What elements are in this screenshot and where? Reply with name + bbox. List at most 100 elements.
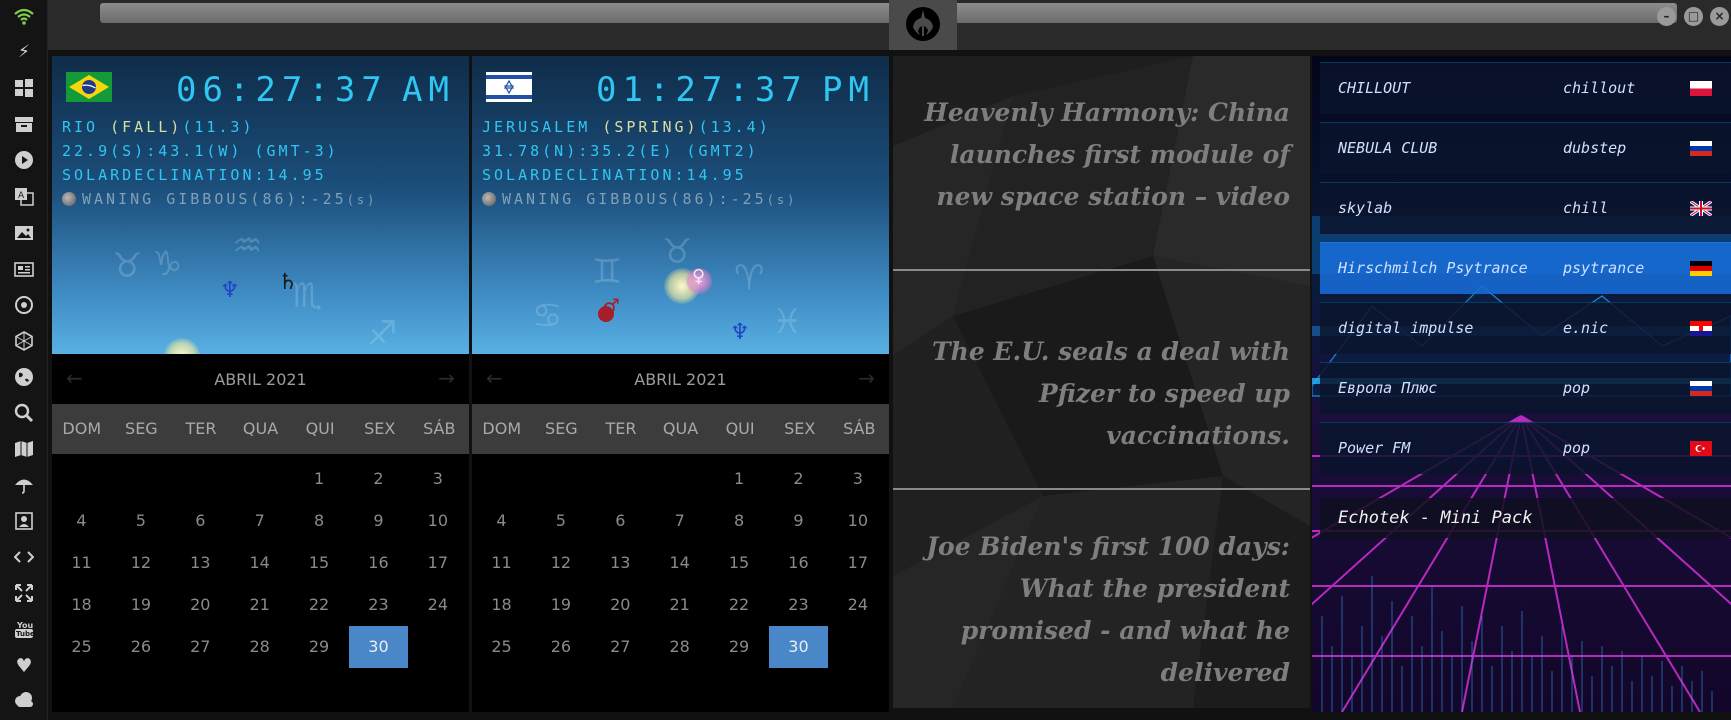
station-row[interactable]: CHILLOUT chillout	[1320, 62, 1731, 114]
calendar-day[interactable]: 8	[710, 500, 769, 542]
youtube-icon[interactable]: You Tube	[13, 619, 35, 641]
calendar-day[interactable]: 17	[828, 542, 887, 584]
calendar-day[interactable]: 30	[348, 626, 408, 668]
settings-icon[interactable]	[13, 295, 35, 317]
calendar-day[interactable]: 3	[408, 458, 467, 500]
calendar-day[interactable]: 9	[769, 500, 828, 542]
station-row[interactable]: skylab chill	[1320, 182, 1731, 234]
news-item[interactable]: The E.U. seals a deal with Pfizer to spe…	[910, 331, 1290, 457]
hexagon-icon[interactable]	[13, 331, 35, 353]
calendar-day[interactable]: 12	[531, 542, 590, 584]
calendar-day[interactable]: 26	[111, 626, 170, 668]
calendar-day[interactable]: 24	[408, 584, 467, 626]
calendar-day[interactable]: 5	[531, 500, 590, 542]
calendar-day[interactable]: 27	[171, 626, 230, 668]
play-icon[interactable]	[13, 150, 35, 172]
calendar-day[interactable]: 6	[171, 500, 230, 542]
calendar-day[interactable]: 19	[111, 584, 170, 626]
calendar-day[interactable]: 17	[408, 542, 467, 584]
calendar-day[interactable]: 18	[472, 584, 531, 626]
calendar-day[interactable]: 30	[768, 626, 828, 668]
minimize-button[interactable]: –	[1657, 7, 1676, 26]
heart-icon[interactable]: ♥	[13, 655, 35, 677]
map-icon[interactable]	[13, 439, 35, 461]
weekday-header: DOM SEG TER QUA QUI SEX SÁB	[52, 404, 469, 454]
calendar-day[interactable]: 21	[230, 584, 289, 626]
news-divider	[893, 488, 1310, 490]
next-month-button[interactable]: →	[858, 366, 875, 390]
calendar-day[interactable]: 18	[52, 584, 111, 626]
translate-icon[interactable]: A	[13, 186, 35, 208]
windows-icon[interactable]	[13, 78, 35, 100]
wifi-icon[interactable]	[13, 6, 35, 28]
news-item[interactable]: Joe Biden's first 100 days: What the pre…	[910, 526, 1290, 694]
maximize-button[interactable]: □	[1684, 7, 1703, 26]
calendar-day[interactable]: 15	[710, 542, 769, 584]
code-icon[interactable]	[13, 547, 35, 569]
calendar-day[interactable]: 14	[650, 542, 709, 584]
calendar-day[interactable]: 9	[349, 500, 408, 542]
calendar-day[interactable]: 7	[650, 500, 709, 542]
calendar-day[interactable]: 2	[769, 458, 828, 500]
calendar-day[interactable]: 27	[591, 626, 650, 668]
station-row[interactable]: Hirschmilch Psytrance psytrance	[1320, 242, 1731, 294]
calendar-day[interactable]: 22	[710, 584, 769, 626]
close-button[interactable]: ×	[1710, 7, 1729, 26]
calendar-day[interactable]: 4	[472, 500, 531, 542]
cloud-icon[interactable]	[13, 690, 35, 712]
calendar-day[interactable]: 1	[710, 458, 769, 500]
news-icon[interactable]	[13, 259, 35, 281]
calendar-day[interactable]: 13	[171, 542, 230, 584]
calendar-day[interactable]: 16	[349, 542, 408, 584]
calendar-day[interactable]: 16	[769, 542, 828, 584]
station-row[interactable]: Power FM pop	[1320, 422, 1731, 474]
calendar-day[interactable]: 13	[591, 542, 650, 584]
calendar-day[interactable]: 14	[230, 542, 289, 584]
bolt-icon[interactable]: ⚡	[13, 41, 35, 63]
calendar-day[interactable]: 24	[828, 584, 887, 626]
calendar-day[interactable]: 6	[591, 500, 650, 542]
contact-icon[interactable]	[13, 511, 35, 533]
station-row[interactable]: digital impulse e.nic	[1320, 302, 1731, 354]
calendar-day[interactable]: 20	[591, 584, 650, 626]
expand-icon[interactable]	[13, 583, 35, 605]
calendar-day[interactable]: 11	[52, 542, 111, 584]
station-row[interactable]: Европа Плюс pop	[1320, 362, 1731, 414]
news-item[interactable]: Heavenly Harmony: China launches first m…	[910, 92, 1290, 218]
calendar-day[interactable]: 3	[828, 458, 887, 500]
calendar-day[interactable]: 12	[111, 542, 170, 584]
calendar-day[interactable]: 2	[349, 458, 408, 500]
calendar-day[interactable]: 21	[650, 584, 709, 626]
calendar-day[interactable]: 26	[531, 626, 590, 668]
next-month-button[interactable]: →	[438, 366, 455, 390]
zodiac-capricorn-icon: ♑	[152, 244, 183, 284]
station-row[interactable]: NEBULA CLUB dubstep	[1320, 122, 1731, 174]
calendar-day[interactable]: 25	[472, 626, 531, 668]
calendar-day[interactable]: 29	[710, 626, 769, 668]
calendar-day[interactable]: 11	[472, 542, 531, 584]
calendar-day[interactable]: 1	[290, 458, 349, 500]
calendar-day[interactable]: 25	[52, 626, 111, 668]
calendar-day[interactable]: 23	[349, 584, 408, 626]
calendar-day[interactable]: 29	[290, 626, 349, 668]
calendar-day[interactable]: 10	[828, 500, 887, 542]
calendar-day[interactable]: 19	[531, 584, 590, 626]
globe-icon[interactable]	[13, 367, 35, 389]
calendar-day[interactable]: 8	[290, 500, 349, 542]
image-icon[interactable]	[13, 223, 35, 245]
rebel-logo-tab[interactable]	[889, 0, 957, 50]
umbrella-icon[interactable]	[13, 475, 35, 497]
calendar-day[interactable]: 20	[171, 584, 230, 626]
pack-footer[interactable]: Echotek - Mini Pack	[1320, 498, 1731, 538]
calendar-day[interactable]: 4	[52, 500, 111, 542]
calendar-day[interactable]: 28	[230, 626, 289, 668]
calendar-day[interactable]: 28	[650, 626, 709, 668]
calendar-day[interactable]: 23	[769, 584, 828, 626]
calendar-day[interactable]: 10	[408, 500, 467, 542]
calendar-day[interactable]: 22	[290, 584, 349, 626]
search-icon[interactable]	[13, 403, 35, 425]
calendar-day[interactable]: 15	[290, 542, 349, 584]
archive-icon[interactable]	[13, 114, 35, 136]
calendar-day[interactable]: 5	[111, 500, 170, 542]
calendar-day[interactable]: 7	[230, 500, 289, 542]
